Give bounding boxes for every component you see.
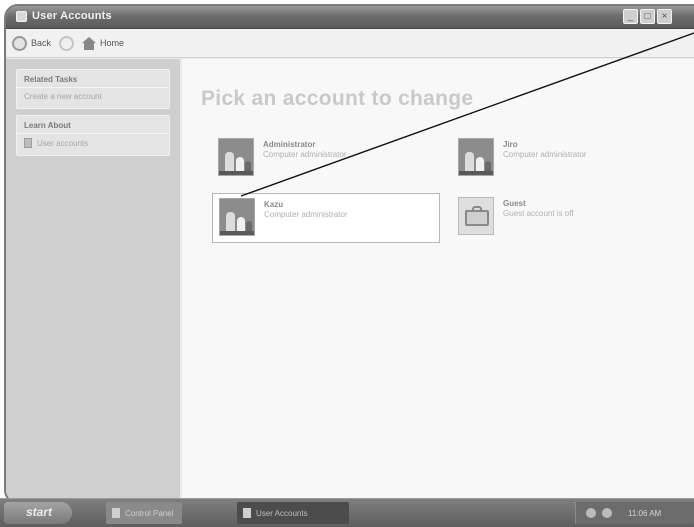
control-panel-icon [112, 508, 120, 518]
taskbar: start Control Panel User Accounts 11:06 … [0, 498, 694, 527]
taskbar-item-user-accounts[interactable]: User Accounts [237, 502, 349, 524]
user-accounts-app-icon [16, 11, 27, 22]
create-new-account-link[interactable]: Create a new account [24, 92, 162, 101]
taskbar-item-label: Control Panel [125, 508, 174, 518]
learn-about-heading: Learn About [17, 116, 169, 134]
home-label: Home [100, 38, 125, 48]
account-tile-guest[interactable]: Guest Guest account is off [452, 193, 680, 243]
window-title: User Accounts [32, 10, 112, 22]
user-accounts-help-link[interactable]: User accounts [24, 138, 162, 148]
user-accounts-window: User Accounts _ □ × Back Home Related Ta [4, 4, 694, 504]
account-name: Guest [503, 199, 526, 208]
minimize-button[interactable]: _ [623, 9, 638, 24]
account-tile-kazu[interactable]: Kazu Computer administrator [212, 193, 440, 243]
window-controls: _ □ × [623, 9, 672, 24]
maximize-button[interactable]: □ [640, 9, 655, 24]
home-button[interactable]: Home [82, 36, 125, 50]
account-type: Computer administrator [263, 150, 347, 159]
user-accounts-help-label: User accounts [37, 138, 89, 148]
taskbar-item-label: User Accounts [256, 508, 308, 518]
main-content: Pick an account to change Administrator … [182, 59, 694, 502]
volume-icon[interactable] [586, 508, 596, 518]
start-button[interactable]: start [4, 502, 72, 524]
account-type: Computer administrator [264, 210, 348, 219]
related-tasks-panel: Related Tasks Create a new account [16, 69, 170, 109]
user-accounts-icon [243, 508, 251, 518]
forward-arrow-icon [59, 35, 75, 51]
account-tile-administrator[interactable]: Administrator Computer administrator [212, 134, 440, 184]
chess-pieces-avatar-icon [458, 138, 494, 176]
forward-button[interactable] [59, 35, 75, 51]
related-tasks-heading: Related Tasks [17, 70, 169, 88]
back-button[interactable]: Back [12, 35, 52, 51]
account-type: Guest account is off [503, 209, 574, 218]
clock: 11:06 AM [628, 508, 662, 518]
account-type: Computer administrator [503, 150, 587, 159]
task-pane: Related Tasks Create a new account Learn… [6, 59, 180, 502]
home-icon [82, 36, 97, 50]
chess-pieces-avatar-icon [219, 198, 255, 236]
page-title: Pick an account to change [201, 87, 474, 110]
chess-pieces-avatar-icon [218, 138, 254, 176]
account-name: Kazu [264, 200, 284, 209]
screenshot: User Accounts _ □ × Back Home Related Ta [0, 0, 694, 527]
learn-about-panel: Learn About User accounts [16, 115, 170, 156]
account-name: Jiro [503, 140, 518, 149]
account-name: Administrator [263, 140, 316, 149]
help-document-icon [24, 138, 32, 148]
back-arrow-icon [12, 35, 27, 51]
briefcase-avatar-icon [458, 197, 494, 235]
system-tray: 11:06 AM [575, 502, 694, 524]
account-tile-jiro[interactable]: Jiro Computer administrator [452, 134, 680, 184]
toolbar: Back Home [6, 29, 694, 58]
back-label: Back [31, 38, 52, 48]
title-bar[interactable]: User Accounts _ □ × [6, 6, 694, 29]
network-icon[interactable] [602, 508, 612, 518]
taskbar-item-control-panel[interactable]: Control Panel [106, 502, 182, 524]
close-button[interactable]: × [657, 9, 672, 24]
